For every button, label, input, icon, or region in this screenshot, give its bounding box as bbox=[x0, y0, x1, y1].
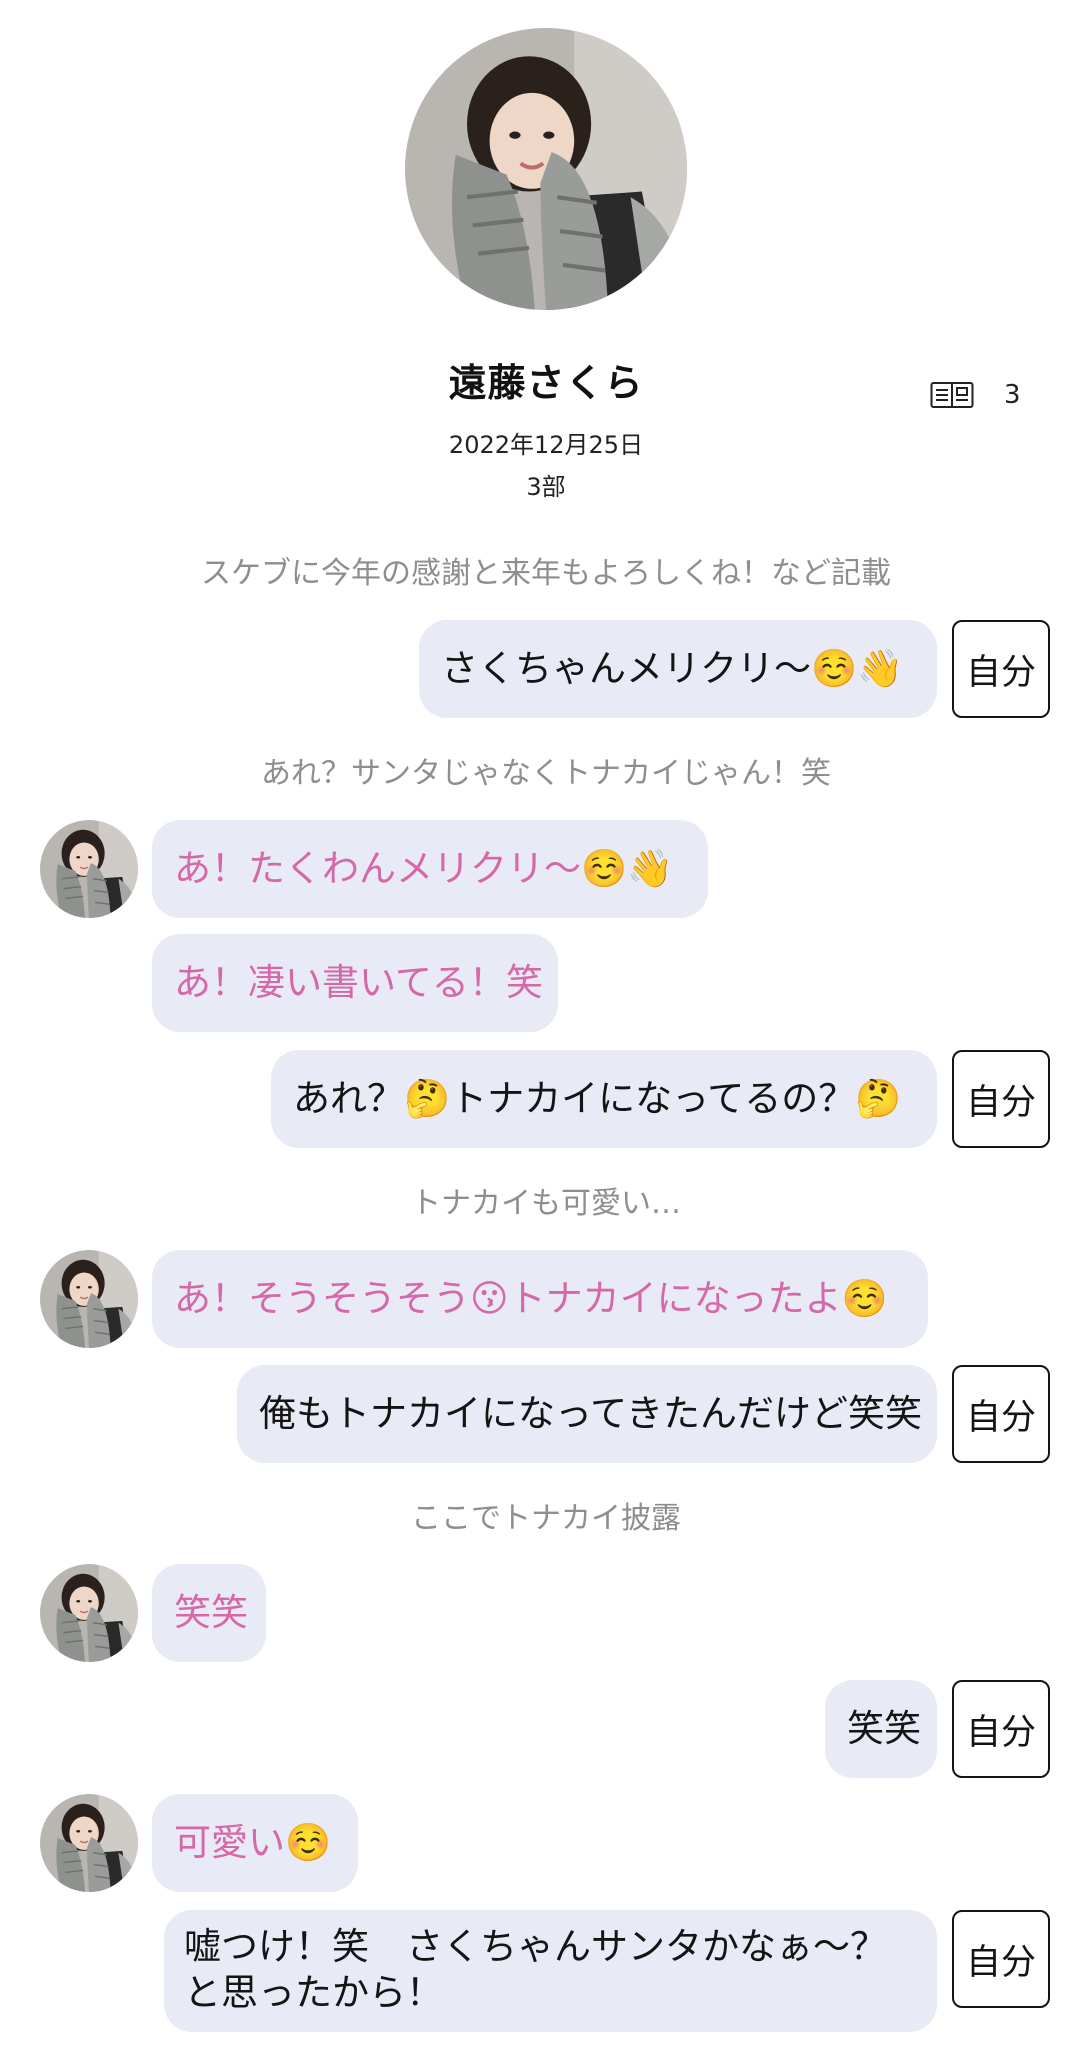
profile-name: 遠藤さくら bbox=[448, 361, 644, 405]
event-part: 3部 bbox=[526, 473, 566, 501]
self-message-bubble: さくちゃんメリクリ〜☺️👋 bbox=[419, 620, 937, 718]
self-label: 自分 bbox=[952, 1910, 1050, 2008]
idol-message-bubble: 可愛い☺️ bbox=[152, 1794, 358, 1892]
idol-message-bubble: あ！凄い書いてる！笑 bbox=[152, 934, 558, 1032]
idol-avatar bbox=[40, 1564, 138, 1662]
narration-note: ここでトナカイ披露 bbox=[411, 1501, 681, 1536]
narration-note: スケブに今年の感謝と来年もよろしくね！など記載 bbox=[201, 556, 891, 591]
self-message-bubble: あれ？🤔トナカイになってるの？🤔 bbox=[271, 1050, 937, 1148]
part-count[interactable]: 3 bbox=[930, 378, 1021, 412]
self-message-bubble: 笑笑 bbox=[825, 1680, 937, 1778]
book-icon bbox=[930, 380, 974, 410]
self-label: 自分 bbox=[952, 1365, 1050, 1463]
narration-note: あれ？サンタじゃなくトナカイじゃん！笑 bbox=[261, 756, 831, 791]
profile-avatar bbox=[405, 28, 687, 310]
idol-avatar bbox=[40, 1250, 138, 1348]
idol-avatar bbox=[40, 1794, 138, 1892]
self-message-bubble: 俺もトナカイになってきたんだけど笑笑 bbox=[237, 1365, 937, 1463]
part-count-number: 3 bbox=[1004, 380, 1021, 410]
self-label: 自分 bbox=[952, 1050, 1050, 1148]
event-date: 2022年12月25日 bbox=[448, 431, 644, 459]
self-label: 自分 bbox=[952, 620, 1050, 718]
self-label: 自分 bbox=[952, 1680, 1050, 1778]
idol-message-bubble: 笑笑 bbox=[152, 1564, 266, 1662]
idol-avatar bbox=[40, 820, 138, 918]
profile-header: 遠藤さくら 3 2022年12月25日 3部 bbox=[0, 0, 1092, 520]
self-message-bubble: 嘘つけ！笑 さくちゃんサンタかなぁ〜？と思ったから！ bbox=[164, 1910, 937, 2032]
idol-message-bubble: あ！たくわんメリクリ〜☺️👋 bbox=[152, 820, 708, 918]
narration-note: トナカイも可愛い… bbox=[411, 1186, 681, 1221]
idol-message-bubble: あ！そうそうそう😗トナカイになったよ☺️ bbox=[152, 1250, 928, 1348]
